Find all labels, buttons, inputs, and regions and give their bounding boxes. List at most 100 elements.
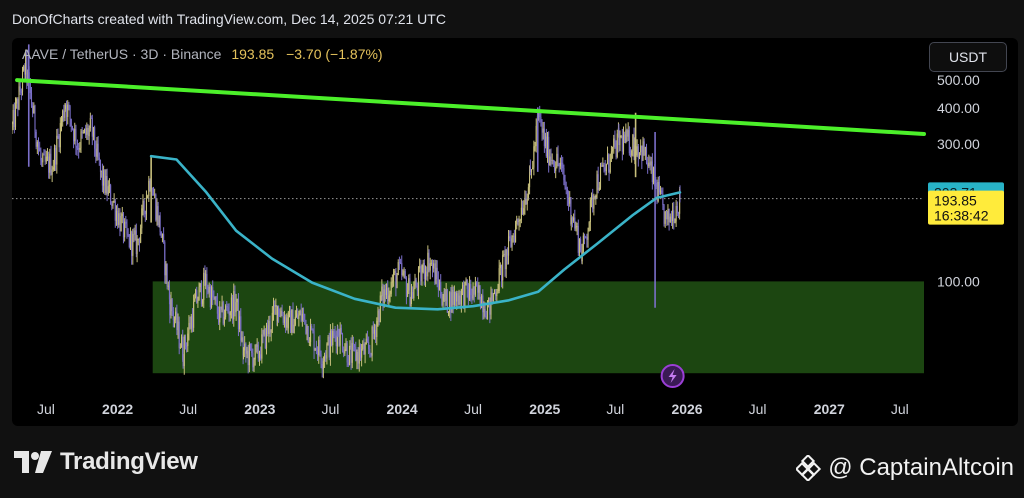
x-tick-label: 2022 (102, 401, 133, 417)
candle-body (560, 162, 563, 164)
candle-body (267, 325, 269, 334)
candle-body (464, 281, 466, 307)
candle-body (75, 128, 77, 147)
candle-body (173, 319, 176, 321)
candle-body (301, 313, 303, 321)
candle-body (262, 334, 264, 336)
candle-body (244, 343, 246, 351)
candle-body (233, 291, 235, 320)
candle-body (663, 205, 665, 224)
candle-body (597, 174, 599, 190)
currency-button[interactable]: USDT (929, 42, 1007, 72)
candle-body (564, 180, 566, 188)
candle-body (526, 198, 528, 205)
candle-body (485, 316, 487, 320)
candle-body (17, 99, 19, 110)
candle-body (677, 213, 680, 215)
candle-body (48, 156, 50, 173)
candle-body (522, 207, 524, 215)
candle-body (615, 142, 617, 157)
candle-body (183, 336, 185, 367)
candle-body (361, 349, 363, 358)
candle-body (291, 309, 293, 333)
candle-body (580, 238, 582, 251)
candle-body (68, 104, 70, 107)
candle-body (59, 123, 61, 148)
y-tick-label: 100.00 (937, 273, 980, 289)
candle-body (41, 160, 43, 163)
candle-body (622, 134, 625, 152)
candle-body (650, 161, 652, 166)
candle-body (119, 213, 121, 232)
candle-body (381, 286, 383, 297)
candle-body (19, 86, 21, 92)
candle-body (497, 291, 499, 294)
candle-body (566, 189, 568, 199)
candle-body (242, 350, 245, 356)
candle-body (99, 160, 102, 172)
candle-body (191, 316, 194, 328)
candle-body (610, 151, 612, 154)
candle-body (401, 263, 403, 275)
candle-body (141, 208, 143, 229)
candle-body (644, 146, 646, 156)
candle-body (661, 190, 663, 195)
candle-body (188, 322, 190, 334)
chart-panel[interactable]: 100.00 300.00 400.00 500.00 Jul 2022 Jul 2023 Ju… (12, 38, 1018, 426)
candle-body (407, 290, 409, 297)
candle-body (619, 135, 621, 146)
candle-body (315, 348, 317, 350)
candle-body (126, 223, 128, 235)
candle-body (495, 292, 497, 297)
candle-body (551, 159, 553, 161)
candle-body (472, 286, 474, 299)
candle-body (502, 255, 504, 281)
candle-body (613, 138, 615, 147)
candle-body (306, 325, 308, 334)
candle-body (658, 181, 660, 193)
candle-body (632, 134, 634, 151)
candle-body (359, 347, 361, 358)
candle-body (507, 236, 510, 256)
candle-body (167, 285, 169, 287)
candle-body (438, 282, 441, 290)
x-tick-label: 2025 (529, 401, 560, 417)
candle-body (437, 278, 439, 290)
candle-body (138, 238, 140, 243)
candle-body (44, 155, 46, 162)
candle-body (200, 283, 202, 304)
candle-body (115, 210, 118, 221)
tradingview-logo[interactable]: TradingView (14, 448, 198, 476)
candle-body (505, 249, 507, 270)
candle-body (298, 315, 300, 319)
candle-body (649, 162, 651, 166)
candle-body (85, 128, 87, 135)
candle-body (137, 238, 139, 240)
tradingview-logo-icon (14, 451, 52, 473)
candle-body (356, 351, 358, 361)
candle-body (458, 295, 460, 305)
candle-body (341, 334, 344, 351)
candle-body (629, 153, 632, 156)
candle-body (669, 216, 671, 222)
candle-body (467, 289, 469, 300)
candle-body (127, 234, 129, 236)
candle-body (79, 148, 81, 150)
price-chart[interactable]: 100.00 300.00 400.00 500.00 Jul 2022 Jul 2023 Ju… (12, 38, 1018, 426)
candle-body (122, 213, 125, 238)
candle-body (144, 210, 146, 215)
candle-body (518, 221, 520, 223)
candle-body (516, 219, 518, 225)
candle-body (604, 167, 606, 172)
candle-body (493, 292, 496, 294)
candle-body (256, 344, 258, 347)
candle-body (625, 130, 627, 143)
candle-body (283, 316, 285, 323)
candle-body (287, 312, 289, 329)
candle-body (258, 354, 261, 359)
candle-body (269, 321, 271, 333)
candle-body (349, 345, 351, 347)
header-bar: DonOfCharts created with TradingView.com… (0, 0, 1024, 40)
candle-body (300, 310, 302, 321)
candle-body (297, 313, 299, 319)
